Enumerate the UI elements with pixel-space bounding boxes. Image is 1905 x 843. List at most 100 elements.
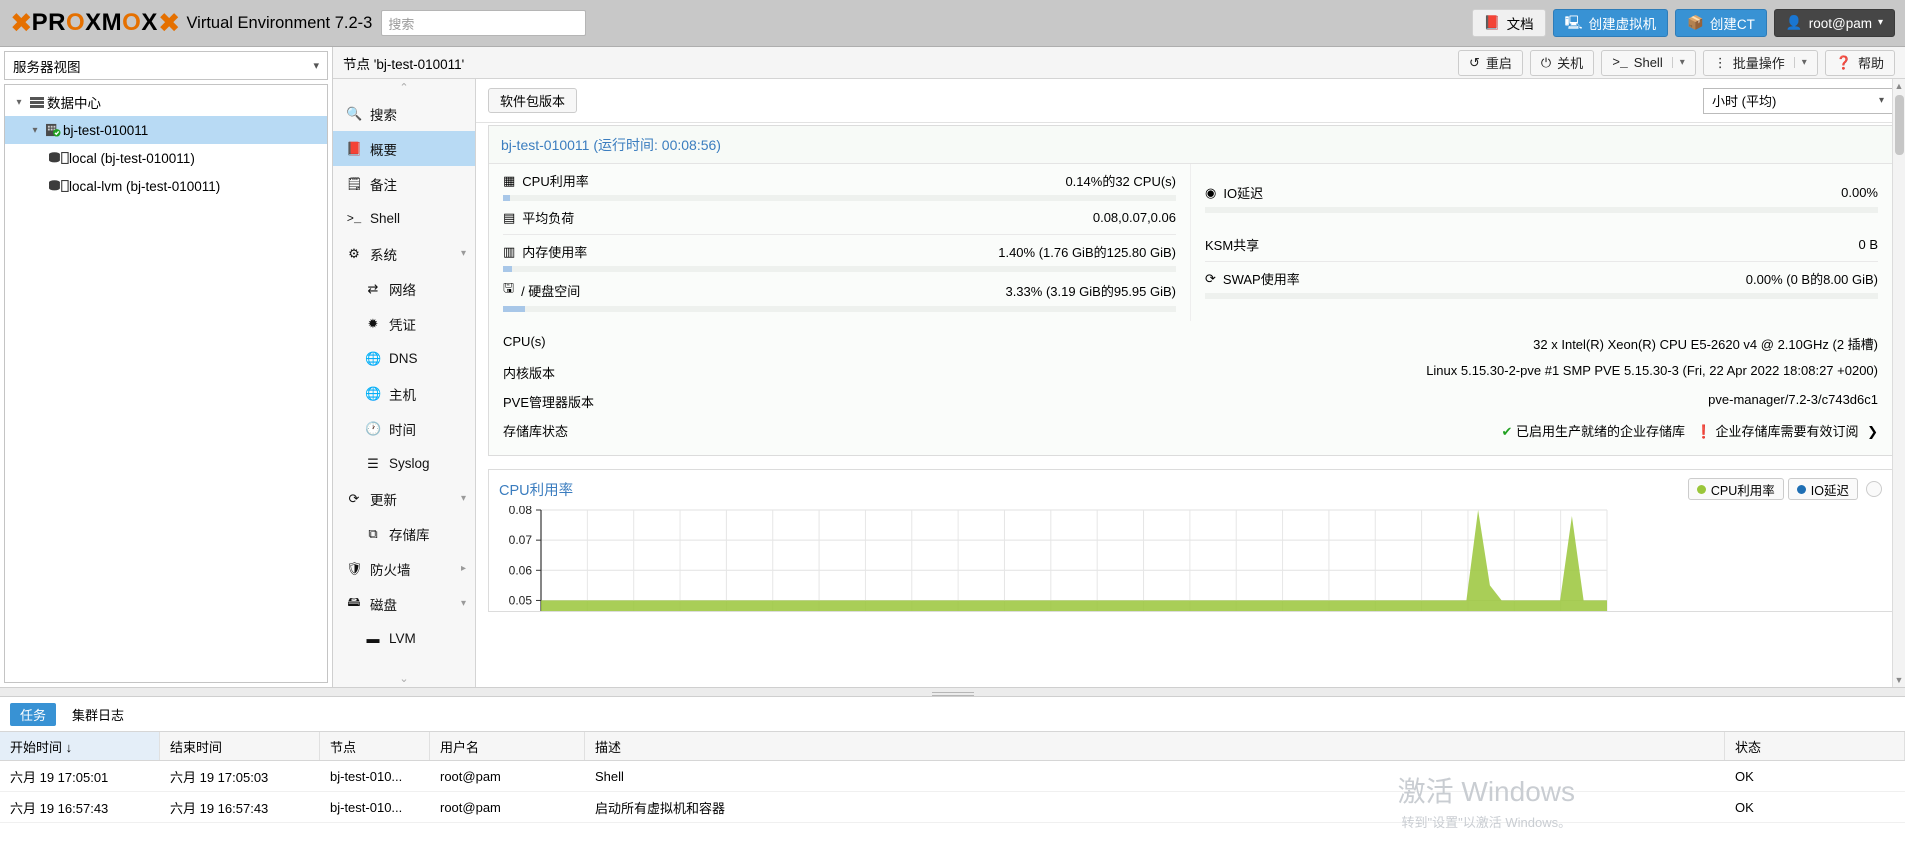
cell-node: bj-test-010... [330,799,403,815]
nav-item-notes[interactable]: 🗒 备注 [333,166,475,201]
cube-icon: 📦 [1687,15,1704,31]
chevron-down-icon[interactable]: ▾ [461,598,466,609]
note-icon: 🗒 [346,175,363,191]
table-row[interactable]: 六月 19 16:57:43 六月 19 16:57:43 bj-test-01… [0,792,1905,823]
legend-label: CPU利用率 [1710,483,1775,498]
chevron-right-icon[interactable]: ❯ [1867,424,1878,439]
package-versions-button[interactable]: 软件包版本 [488,88,578,113]
chevron-down-icon[interactable]: ▾ [461,248,466,259]
cell-description: Shell [595,768,624,784]
chevron-down-icon[interactable]: ▾ [1671,57,1685,68]
info-key: 内核版本 [503,366,556,381]
nav-item-label: LVM [389,631,416,646]
nav-item-time[interactable]: 🕐 时间 [333,411,475,446]
timeframe-value: 小时 (平均) [1712,94,1777,109]
nav-item-updates[interactable]: ⟳ 更新 ▾ [333,481,475,516]
tab-cluster-log[interactable]: 集群日志 [62,703,134,726]
status-value: 0.00% (0 B的8.00 GiB) [1745,272,1878,287]
table-row[interactable]: 六月 19 17:05:01 六月 19 17:05:03 bj-test-01… [0,761,1905,792]
logo-x-mark: ✖ [10,7,33,39]
summary-scroll[interactable]: bj-test-010011 (运行时间: 00:08:56) ▦ CPU利用率… [476,123,1905,687]
shutdown-button[interactable]: ⏻ 关机 [1529,49,1595,76]
column-header-user[interactable]: 用户名 [430,732,585,760]
tab-tasks[interactable]: 任务 [10,702,57,726]
resource-tree: ▾ 数据中心 ▾ bj-test-010011 local (bj-test-0… [4,84,328,683]
svg-text:0.07: 0.07 [509,533,533,547]
storage-icon [49,179,69,193]
column-header-status[interactable]: 状态 [1725,732,1905,760]
nav-item-disks[interactable]: 🖴 磁盘 ▾ [333,586,475,621]
info-value: pve-manager/7.2-3/c743d6c1 [1708,392,1878,407]
docs-button[interactable]: 📕 文档 [1471,9,1546,37]
legend-item-iodelay[interactable]: IO延迟 [1787,478,1858,500]
scrollbar-thumb[interactable] [1895,95,1904,155]
chevron-down-icon[interactable]: ▾ [461,493,466,504]
status-value: 3.33% (3.19 GiB的95.95 GiB) [1005,283,1176,299]
nav-item-syslog[interactable]: ☰ Syslog [333,446,475,481]
nav-item-label: 防火墙 [370,562,411,578]
status-label: SWAP使用率 [1222,272,1300,287]
user-menu-button[interactable]: 👤 root@pam ▾ [1773,9,1895,37]
node-action-buttons: ↺ 重启 ⏻ 关机 >_ Shell ▾ ⋮ 批量操作 ▾ ❓ 帮助 [1457,49,1895,76]
nav-item-network[interactable]: ⇄ 网络 [333,271,475,306]
shell-icon: >_ [1612,55,1628,70]
legend-item-cpu[interactable]: CPU利用率 [1687,478,1784,500]
nav-item-dns[interactable]: 🌐 DNS [333,341,475,376]
storage-icon [49,151,69,165]
create-ct-button[interactable]: 📦 创建CT [1675,9,1767,37]
package-versions-label: 软件包版本 [500,94,566,109]
shell-button[interactable]: >_ Shell ▾ [1601,49,1696,76]
chevron-down-icon[interactable]: ▾ [1793,57,1807,68]
nav-item-firewall[interactable]: 🛡 防火墙 ▸ [333,551,475,586]
nav-item-label: 备注 [370,177,397,193]
create-vm-button[interactable]: 🖳 创建虚拟机 [1552,9,1669,37]
nav-item-system[interactable]: ⚙ 系统 ▾ [333,236,475,271]
repository-status[interactable]: ✔ 已启用生产就绪的企业存储库 ❗ 企业存储库需要有效订阅 ❯ [1501,421,1878,440]
tree-expander-icon[interactable]: ▾ [27,125,43,136]
nav-item-lvm[interactable]: ▬ LVM [333,621,475,656]
nav-item-label: 主机 [389,387,416,403]
bulk-actions-button[interactable]: ⋮ 批量操作 ▾ [1702,49,1818,76]
breadcrumb-bar: 节点 'bj-test-010011' ↺ 重启 ⏻ 关机 >_ Shell ▾ [333,47,1905,79]
nav-scroll-up-icon[interactable]: ⌃ [333,79,475,96]
scroll-down-icon[interactable]: ▼ [1893,675,1905,685]
nav-item-summary[interactable]: 📕 概要 [333,131,475,166]
tree-item-storage-local[interactable]: local (bj-test-010011) [5,144,327,172]
search-input[interactable]: 搜索 [381,10,587,36]
scroll-up-icon[interactable]: ▲ [1893,81,1905,91]
restart-icon: ↺ [1468,54,1480,70]
view-selector[interactable]: 服务器视图 ▾ [4,51,328,80]
nav-scroll-down-icon[interactable]: ⌄ [333,670,475,687]
column-header-description[interactable]: 描述 [585,732,1725,760]
status-col-right: ◉ IO延迟 0.00% KSM共享 0 B ⟳ SWAP使用率 0.00% (… [1191,164,1892,321]
column-header-node[interactable]: 节点 [320,732,430,760]
create-vm-label: 创建虚拟机 [1588,17,1657,32]
status-label: / 硬盘空间 [521,283,581,299]
cell-start-time: 六月 19 17:05:01 [10,769,109,785]
tree-item-label: local-lvm (bj-test-010011) [69,178,221,194]
chevron-right-icon[interactable]: ▸ [461,563,466,574]
warning-icon: ❗ [1695,424,1712,439]
timeframe-select[interactable]: 小时 (平均) ▾ [1703,87,1893,114]
column-header-start-time[interactable]: 开始时间 ↓ [0,732,160,760]
info-value: Linux 5.15.30-2-pve #1 SMP PVE 5.15.30-3… [1426,363,1878,378]
tree-expander-icon[interactable]: ▾ [11,97,27,108]
tree-item-node[interactable]: ▾ bj-test-010011 [5,116,327,144]
column-header-end-time[interactable]: 结束时间 [160,732,320,760]
content-scrollbar[interactable]: ▲ ▼ [1892,79,1905,687]
nav-item-repositories[interactable]: ⧉ 存储库 [333,516,475,551]
panel-splitter[interactable] [0,687,1905,697]
help-icon: ❓ [1835,54,1852,70]
datacenter-icon [27,96,47,108]
tree-item-storage-local-lvm[interactable]: local-lvm (bj-test-010011) [5,172,327,200]
nav-item-shell[interactable]: >_ Shell [333,201,475,236]
nav-item-hosts[interactable]: 🌐 主机 [333,376,475,411]
cell-start-time: 六月 19 16:57:43 [10,800,109,816]
chart-options-icon[interactable] [1866,481,1882,497]
tree-item-datacenter[interactable]: ▾ 数据中心 [5,88,327,116]
shell-icon: >_ [346,211,362,226]
help-button[interactable]: ❓ 帮助 [1824,49,1895,76]
restart-button[interactable]: ↺ 重启 [1457,49,1523,76]
nav-item-certificates[interactable]: ✹ 凭证 [333,306,475,341]
nav-item-search[interactable]: 🔍 搜索 [333,96,475,131]
